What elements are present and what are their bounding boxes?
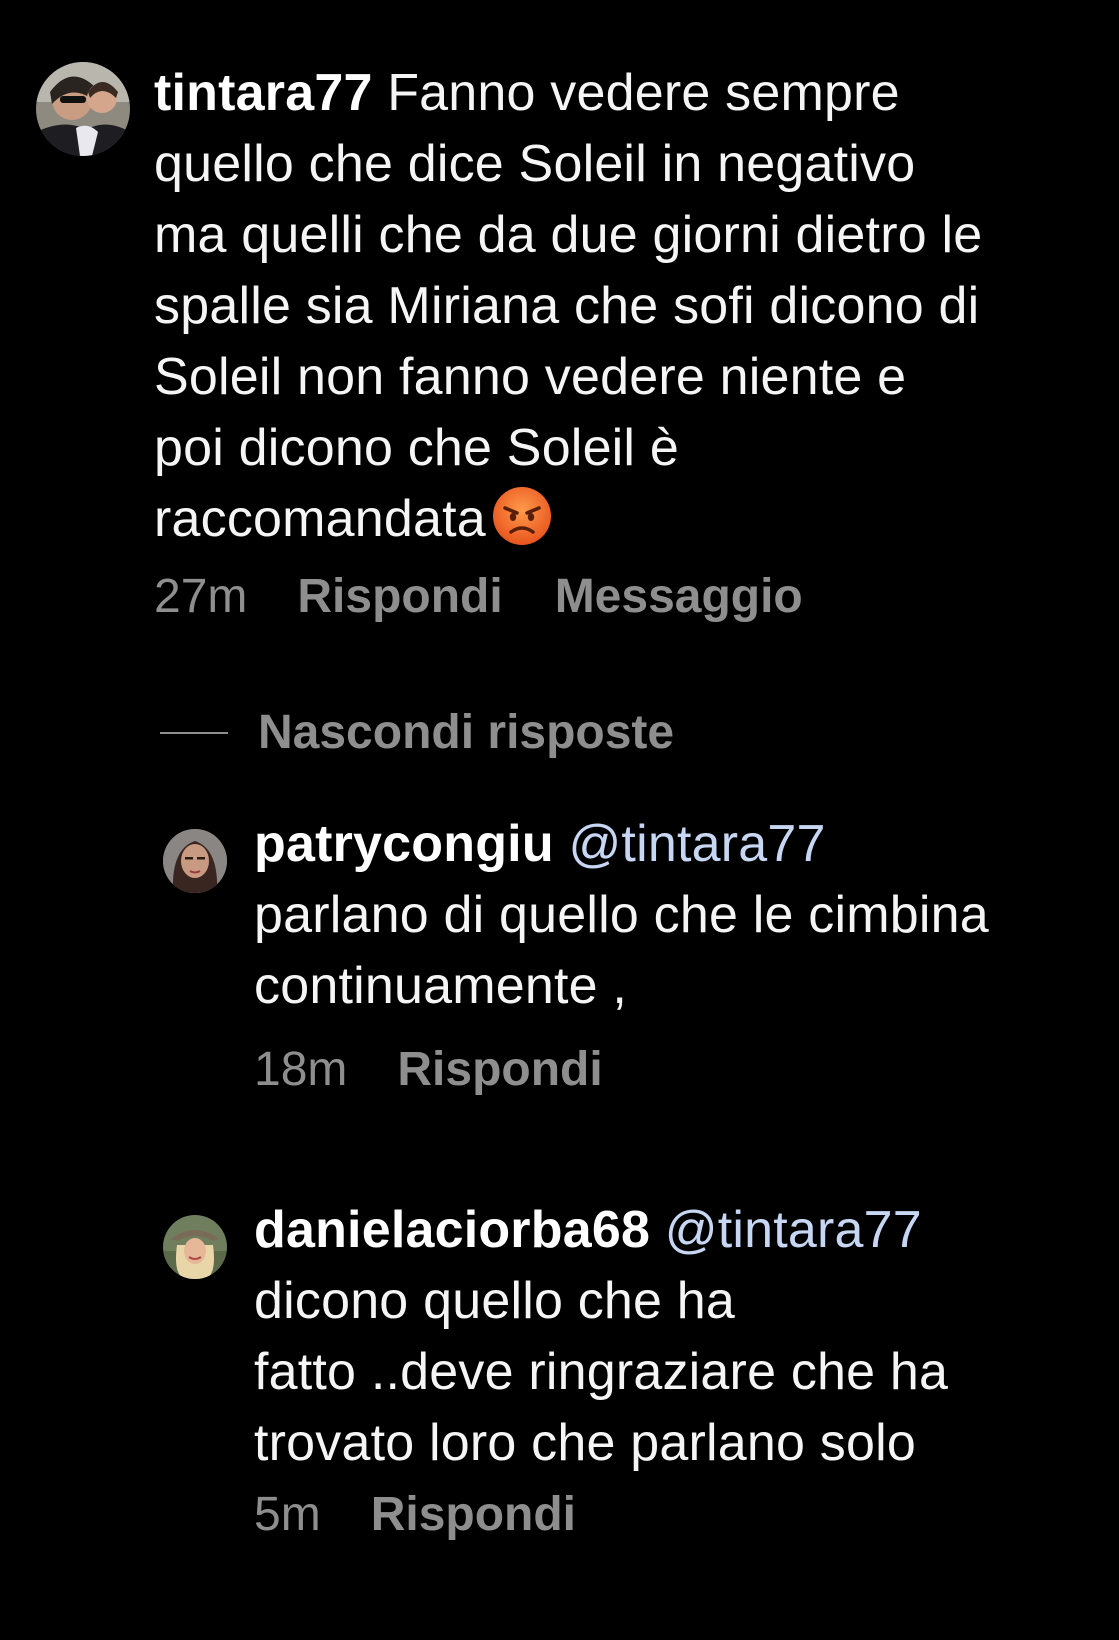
comment-text: tintara77 Fanno vedere sempre quello che… — [154, 58, 1074, 555]
message-button[interactable]: Messaggio — [555, 569, 803, 624]
reply-text-line: dicono quello che ha — [254, 1272, 736, 1330]
comment-text-line: Fanno vedere sempre — [387, 64, 900, 122]
reply-timestamp: 18m — [254, 1043, 348, 1096]
avatar[interactable] — [163, 1215, 227, 1279]
reply-first-line: danielaciorba68 @tintara77 — [254, 1195, 1119, 1266]
angry-face-icon — [492, 487, 551, 545]
reply-button[interactable]: Rispondi — [297, 569, 502, 624]
comment-text-line: spalle sia Miriana che sofi dicono di — [154, 277, 980, 335]
reply-body: patrycongiu @tintara77 parlano di quello… — [254, 809, 1119, 1097]
reply-text-line: trovato loro che parlano solo — [254, 1414, 916, 1472]
comment-body: tintara77 Fanno vedere sempre quello che… — [154, 58, 1074, 624]
reply-mention[interactable]: @tintara77 — [665, 1201, 922, 1259]
comment-text-line: quello che dice Soleil in negativo — [154, 135, 916, 193]
main-comment: tintara77 Fanno vedere sempre quello che… — [36, 62, 1074, 624]
reply-comment: danielaciorba68 @tintara77 dicono quello… — [163, 1201, 1119, 1542]
comment-text-line: Soleil non fanno vedere niente e — [154, 348, 907, 406]
comment-username[interactable]: tintara77 — [154, 64, 373, 122]
comment-meta: 27m Rispondi Messaggio — [154, 569, 1074, 624]
avatar[interactable] — [163, 829, 227, 893]
reply-mention[interactable]: @tintara77 — [568, 815, 825, 873]
reply-username[interactable]: patrycongiu — [254, 815, 554, 873]
reply-text-line: fatto ..deve ringraziare che ha — [254, 1343, 949, 1401]
comment-line: tintara77 Fanno vedere sempre — [154, 58, 1074, 129]
comment-text-line: ma quelli che da due giorni dietro le — [154, 206, 983, 264]
reply-text: danielaciorba68 @tintara77 dicono quello… — [254, 1195, 1119, 1479]
reply-button[interactable]: Rispondi — [397, 1042, 602, 1097]
reply-comment: patrycongiu @tintara77 parlano di quello… — [163, 815, 1119, 1097]
hide-replies-divider — [160, 731, 228, 734]
reply-text: patrycongiu @tintara77 parlano di quello… — [254, 809, 1119, 1022]
reply-text-line: continuamente , — [254, 957, 628, 1015]
reply-text-line: parlano di quello che le cimbina — [254, 886, 989, 944]
comment-timestamp: 27m — [154, 570, 248, 623]
reply-timestamp: 5m — [254, 1488, 321, 1541]
user-photo-icon — [36, 62, 130, 156]
hide-replies-button[interactable]: Nascondi risposte — [160, 705, 674, 760]
comment-text-line: raccomandata — [154, 490, 486, 548]
reply-meta: 5m Rispondi — [254, 1487, 1119, 1542]
reply-first-line: patrycongiu @tintara77 — [254, 809, 1119, 880]
avatar[interactable] — [36, 62, 130, 156]
user-photo-icon — [163, 829, 227, 893]
reply-username[interactable]: danielaciorba68 — [254, 1201, 650, 1259]
comment-text-line: poi dicono che Soleil è — [154, 419, 679, 477]
hide-replies-label: Nascondi risposte — [258, 706, 675, 759]
reply-body: danielaciorba68 @tintara77 dicono quello… — [254, 1195, 1119, 1542]
reply-meta: 18m Rispondi — [254, 1042, 1119, 1097]
comment-last-line: raccomandata — [154, 484, 1074, 555]
reply-button[interactable]: Rispondi — [371, 1487, 576, 1542]
user-photo-icon — [163, 1215, 227, 1279]
